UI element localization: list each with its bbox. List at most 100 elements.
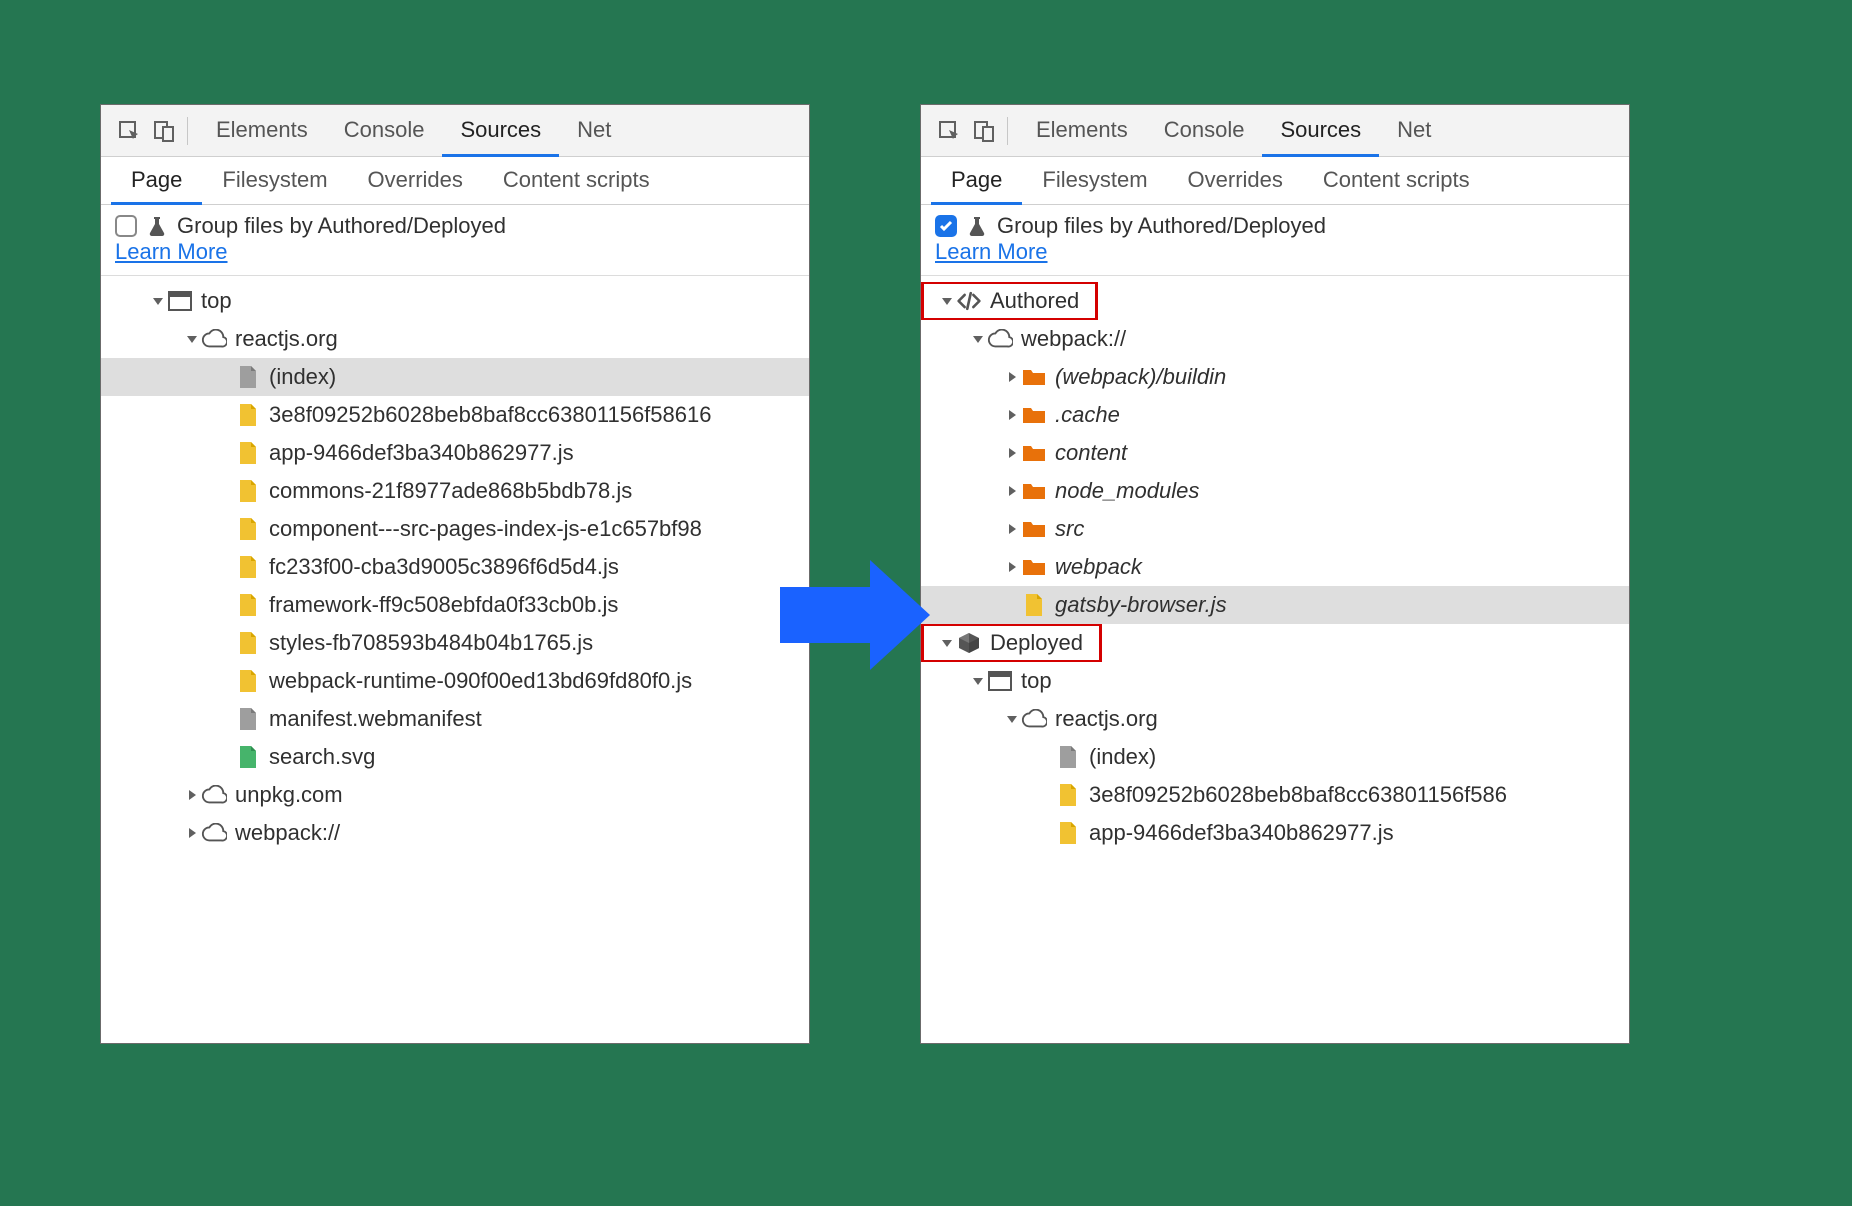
chevron-right-icon[interactable]: [1003, 409, 1021, 421]
chevron-right-icon[interactable]: [183, 827, 201, 839]
file-tree: Authoredwebpack://(webpack)/buildin.cach…: [921, 276, 1629, 1043]
tree-row[interactable]: Authored: [921, 282, 1629, 320]
subtab-filesystem[interactable]: Filesystem: [202, 158, 347, 205]
tab-console[interactable]: Console: [1146, 106, 1263, 157]
sources-sub-tabs: Page Filesystem Overrides Content script…: [921, 157, 1629, 205]
group-label: Group files by Authored/Deployed: [177, 213, 506, 239]
tree-label: top: [201, 288, 232, 314]
tree-row[interactable]: (index): [101, 358, 809, 396]
tree-row[interactable]: (webpack)/buildin: [921, 358, 1629, 396]
subtab-content-scripts[interactable]: Content scripts: [483, 158, 670, 205]
chevron-down-icon[interactable]: [938, 637, 956, 649]
tree-label: reactjs.org: [1055, 706, 1158, 732]
tree-row[interactable]: reactjs.org: [921, 700, 1629, 738]
tree-row[interactable]: webpack-runtime-090f00ed13bd69fd80f0.js: [101, 662, 809, 700]
frame-icon: [987, 668, 1013, 694]
folder-icon: [1021, 364, 1047, 390]
tree-row[interactable]: .cache: [921, 396, 1629, 434]
subtab-page[interactable]: Page: [931, 158, 1022, 205]
chevron-down-icon[interactable]: [183, 333, 201, 345]
learn-more-link[interactable]: Learn More: [935, 239, 1048, 264]
device-icon[interactable]: [967, 114, 1001, 148]
tree-row[interactable]: unpkg.com: [101, 776, 809, 814]
tab-elements[interactable]: Elements: [1018, 106, 1146, 157]
device-icon[interactable]: [147, 114, 181, 148]
tab-console[interactable]: Console: [326, 106, 443, 157]
chevron-down-icon[interactable]: [969, 333, 987, 345]
tree-row[interactable]: component---src-pages-index-js-e1c657bf9…: [101, 510, 809, 548]
tree-row[interactable]: fc233f00-cba3d9005c3896f6d5d4.js: [101, 548, 809, 586]
tree-row[interactable]: reactjs.org: [101, 320, 809, 358]
tree-label: unpkg.com: [235, 782, 343, 808]
tree-row[interactable]: framework-ff9c508ebfda0f33cb0b.js: [101, 586, 809, 624]
tree-row[interactable]: search.svg: [101, 738, 809, 776]
code-icon: [956, 288, 982, 314]
tab-elements[interactable]: Elements: [198, 106, 326, 157]
highlight-annotation: Authored: [921, 282, 1098, 320]
tree-label: framework-ff9c508ebfda0f33cb0b.js: [269, 592, 618, 618]
tree-row[interactable]: 3e8f09252b6028beb8baf8cc63801156f58616: [101, 396, 809, 434]
doc-yellow-icon: [1055, 782, 1081, 808]
subtab-page[interactable]: Page: [111, 158, 202, 205]
tab-sources[interactable]: Sources: [1262, 106, 1379, 157]
tree-label: src: [1055, 516, 1084, 542]
tree-row[interactable]: (index): [921, 738, 1629, 776]
learn-more-link[interactable]: Learn More: [115, 239, 228, 264]
group-checkbox[interactable]: [935, 215, 957, 237]
transition-arrow-icon: [780, 560, 930, 670]
chevron-right-icon[interactable]: [1003, 371, 1021, 383]
tab-network[interactable]: Net: [1379, 106, 1449, 157]
doc-yellow-icon: [235, 402, 261, 428]
tree-label: (index): [269, 364, 336, 390]
folder-icon: [1021, 402, 1047, 428]
doc-gray-icon: [235, 364, 261, 390]
tree-row[interactable]: src: [921, 510, 1629, 548]
tree-row[interactable]: 3e8f09252b6028beb8baf8cc63801156f586: [921, 776, 1629, 814]
tree-row[interactable]: top: [921, 662, 1629, 700]
inspect-icon[interactable]: [933, 114, 967, 148]
tree-label: gatsby-browser.js: [1055, 592, 1227, 618]
subtab-filesystem[interactable]: Filesystem: [1022, 158, 1167, 205]
doc-yellow-icon: [235, 630, 261, 656]
tree-row[interactable]: manifest.webmanifest: [101, 700, 809, 738]
tree-label: app-9466def3ba340b862977.js: [1089, 820, 1394, 846]
tree-row[interactable]: webpack://: [921, 320, 1629, 358]
chevron-right-icon[interactable]: [1003, 447, 1021, 459]
tree-row[interactable]: app-9466def3ba340b862977.js: [101, 434, 809, 472]
tree-row[interactable]: app-9466def3ba340b862977.js: [921, 814, 1629, 852]
tree-row[interactable]: Deployed: [921, 624, 1629, 662]
tree-label: Deployed: [990, 630, 1083, 656]
tree-row[interactable]: content: [921, 434, 1629, 472]
chevron-down-icon[interactable]: [1003, 713, 1021, 725]
tree-row[interactable]: node_modules: [921, 472, 1629, 510]
tree-row[interactable]: webpack: [921, 548, 1629, 586]
tree-label: search.svg: [269, 744, 375, 770]
tree-row[interactable]: commons-21f8977ade868b5bdb78.js: [101, 472, 809, 510]
chevron-down-icon[interactable]: [969, 675, 987, 687]
devtools-top-tabs: Elements Console Sources Net: [921, 105, 1629, 157]
doc-yellow-icon: [235, 554, 261, 580]
file-tree: top reactjs.org (index) 3e8f09252b6028beb8b…: [101, 276, 809, 1043]
tree-row[interactable]: top: [101, 282, 809, 320]
group-checkbox[interactable]: [115, 215, 137, 237]
tree-row[interactable]: webpack://: [101, 814, 809, 852]
tree-label: content: [1055, 440, 1127, 466]
chevron-right-icon[interactable]: [1003, 523, 1021, 535]
inspect-icon[interactable]: [113, 114, 147, 148]
chevron-down-icon[interactable]: [938, 295, 956, 307]
tree-label: top: [1021, 668, 1052, 694]
tab-network[interactable]: Net: [559, 106, 629, 157]
cloud-icon: [201, 782, 227, 808]
subtab-overrides[interactable]: Overrides: [348, 158, 483, 205]
chevron-right-icon[interactable]: [1003, 561, 1021, 573]
tree-row[interactable]: gatsby-browser.js: [921, 586, 1629, 624]
chevron-right-icon[interactable]: [183, 789, 201, 801]
subtab-content-scripts[interactable]: Content scripts: [1303, 158, 1490, 205]
subtab-overrides[interactable]: Overrides: [1168, 158, 1303, 205]
doc-yellow-icon: [235, 440, 261, 466]
chevron-down-icon[interactable]: [149, 295, 167, 307]
tab-sources[interactable]: Sources: [442, 106, 559, 157]
tree-row[interactable]: styles-fb708593b484b04b1765.js: [101, 624, 809, 662]
chevron-right-icon[interactable]: [1003, 485, 1021, 497]
devtools-panel-after: Elements Console Sources Net Page Filesy…: [920, 104, 1630, 1044]
